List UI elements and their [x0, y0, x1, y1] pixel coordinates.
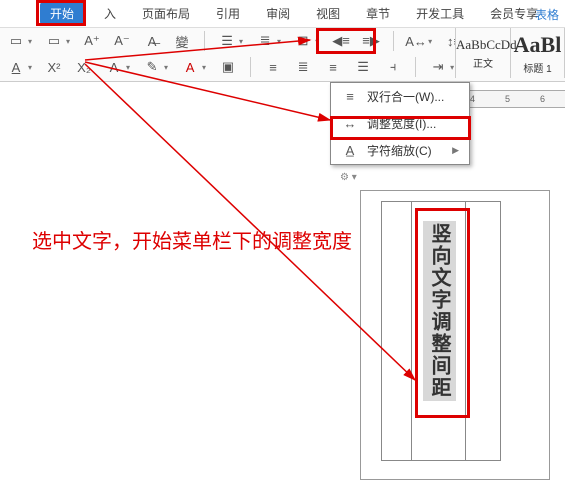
tab-view[interactable]: 视图 [310, 1, 346, 26]
phonetic-button[interactable]: 變 [174, 33, 190, 49]
char-border-icon: ▣ [220, 59, 236, 75]
separator [415, 57, 416, 77]
char-scale-icon: A̲ [341, 143, 359, 158]
clear-format-button[interactable]: A̶ [144, 33, 160, 49]
align-justify-button[interactable]: ☰ [355, 59, 371, 75]
char-scale-icon: A↔ [408, 33, 424, 49]
placeholder-icon: ▭ [46, 33, 62, 49]
grow-font-icon: A⁺ [84, 33, 100, 49]
style-label: 标题 1 [511, 60, 564, 75]
menu-two-lines[interactable]: ≡ 双行合一(W)... [331, 83, 469, 110]
style-preview: AaBl [511, 32, 564, 58]
align-right-icon: ≡ [325, 59, 341, 75]
menu-tabs: 开始 入 页面布局 引用 审阅 视图 章节 开发工具 会员专享 [0, 0, 565, 28]
styles-gallery: AaBbCcDd 正文 AaBl 标题 1 [455, 28, 565, 78]
shrink-font-button[interactable]: A⁻ [114, 33, 130, 49]
align-justify-icon: ☰ [355, 59, 371, 75]
font-color-button[interactable]: A [182, 59, 206, 75]
increase-indent-button[interactable]: ≡▶ [363, 33, 379, 49]
font-color-icon: A [182, 59, 198, 75]
tab-page-layout[interactable]: 页面布局 [136, 1, 196, 26]
font-dropdown[interactable]: ▭ [8, 33, 32, 49]
separator [250, 57, 251, 77]
tab-icon: ⇥ [430, 59, 446, 75]
highlight-icon: ✎ [144, 59, 160, 75]
adjust-width-icon: ↔ [341, 116, 359, 131]
ruler-mark: 6 [540, 94, 545, 104]
document-page[interactable]: 竖向文字调整间距 [360, 190, 550, 480]
tab-start[interactable]: 开始 [40, 2, 84, 25]
selected-vertical-text[interactable]: 竖向文字调整间距 [423, 221, 456, 401]
style-label: 正文 [456, 55, 510, 70]
text-effects-button[interactable]: A [106, 59, 130, 75]
distribute-icon: ⫞ [385, 59, 401, 75]
text-effects-icon: A [106, 59, 122, 75]
char-scale-menu: ≡ 双行合一(W)... ↔ 调整宽度(I)... A̲ 字符缩放(C) ▶ [330, 82, 470, 165]
style-heading1[interactable]: AaBl 标题 1 [511, 28, 565, 78]
multilevel-button[interactable]: ⊟ [295, 33, 319, 49]
multilevel-icon: ⊟ [295, 33, 311, 49]
font-size-dropdown[interactable]: ▭ [46, 33, 70, 49]
bullets-button[interactable]: ☰ [219, 33, 243, 49]
distribute-button[interactable]: ⫞ [385, 59, 401, 75]
superscript-button[interactable]: X² [46, 59, 62, 75]
two-lines-icon: ≡ [341, 89, 359, 104]
decrease-indent-icon: ◀≡ [333, 33, 349, 49]
align-center-button[interactable]: ≣ [295, 59, 311, 75]
placeholder-icon: ▭ [8, 33, 24, 49]
align-right-button[interactable]: ≡ [325, 59, 341, 75]
clear-format-icon: A̶ [144, 33, 160, 49]
increase-indent-icon: ≡▶ [363, 33, 379, 49]
tab-table-partial[interactable]: 表格 [535, 6, 559, 23]
char-border-button[interactable]: ▣ [220, 59, 236, 75]
menu-label: 字符缩放(C) [367, 142, 432, 159]
tab-dev-tools[interactable]: 开发工具 [410, 1, 470, 26]
decrease-indent-button[interactable]: ◀≡ [333, 33, 349, 49]
menu-label: 调整宽度(I)... [367, 115, 436, 132]
page-options-button[interactable]: ⚙ ▾ [340, 172, 357, 183]
tab-insert-partial[interactable]: 入 [98, 1, 122, 26]
subscript-icon: X₂ [76, 59, 92, 75]
grow-font-button[interactable]: A⁺ [84, 33, 100, 49]
tab-review[interactable]: 审阅 [260, 1, 296, 26]
ruler-mark: 4 [470, 94, 475, 104]
bullets-icon: ☰ [219, 33, 235, 49]
style-normal[interactable]: AaBbCcDd 正文 [456, 28, 511, 78]
menu-char-scale[interactable]: A̲ 字符缩放(C) ▶ [331, 137, 469, 164]
phonetic-icon: 變 [174, 33, 190, 49]
underline-icon: A [8, 59, 24, 75]
ruler-mark: 5 [505, 94, 510, 104]
numbering-icon: ≣ [257, 33, 273, 49]
annotation-text: 选中文字，开始菜单栏下的调整宽度 [32, 225, 352, 254]
align-center-icon: ≣ [295, 59, 311, 75]
highlight-button[interactable]: ✎ [144, 59, 168, 75]
superscript-icon: X² [46, 59, 62, 75]
numbering-button[interactable]: ≣ [257, 33, 281, 49]
align-left-icon: ≡ [265, 59, 281, 75]
tab-reference[interactable]: 引用 [210, 1, 246, 26]
shrink-font-icon: A⁻ [114, 33, 130, 49]
char-scale-button[interactable]: A↔ [408, 33, 432, 49]
tab-settings-button[interactable]: ⇥ [430, 59, 454, 75]
menu-label: 双行合一(W)... [367, 88, 444, 105]
separator [204, 31, 205, 51]
menu-adjust-width[interactable]: ↔ 调整宽度(I)... [331, 110, 469, 137]
align-left-button[interactable]: ≡ [265, 59, 281, 75]
tab-chapter[interactable]: 章节 [360, 1, 396, 26]
style-preview: AaBbCcDd [456, 37, 510, 53]
subscript-button[interactable]: X₂ [76, 59, 92, 75]
underline-button[interactable]: A [8, 59, 32, 75]
separator [393, 31, 394, 51]
submenu-arrow-icon: ▶ [452, 145, 459, 156]
